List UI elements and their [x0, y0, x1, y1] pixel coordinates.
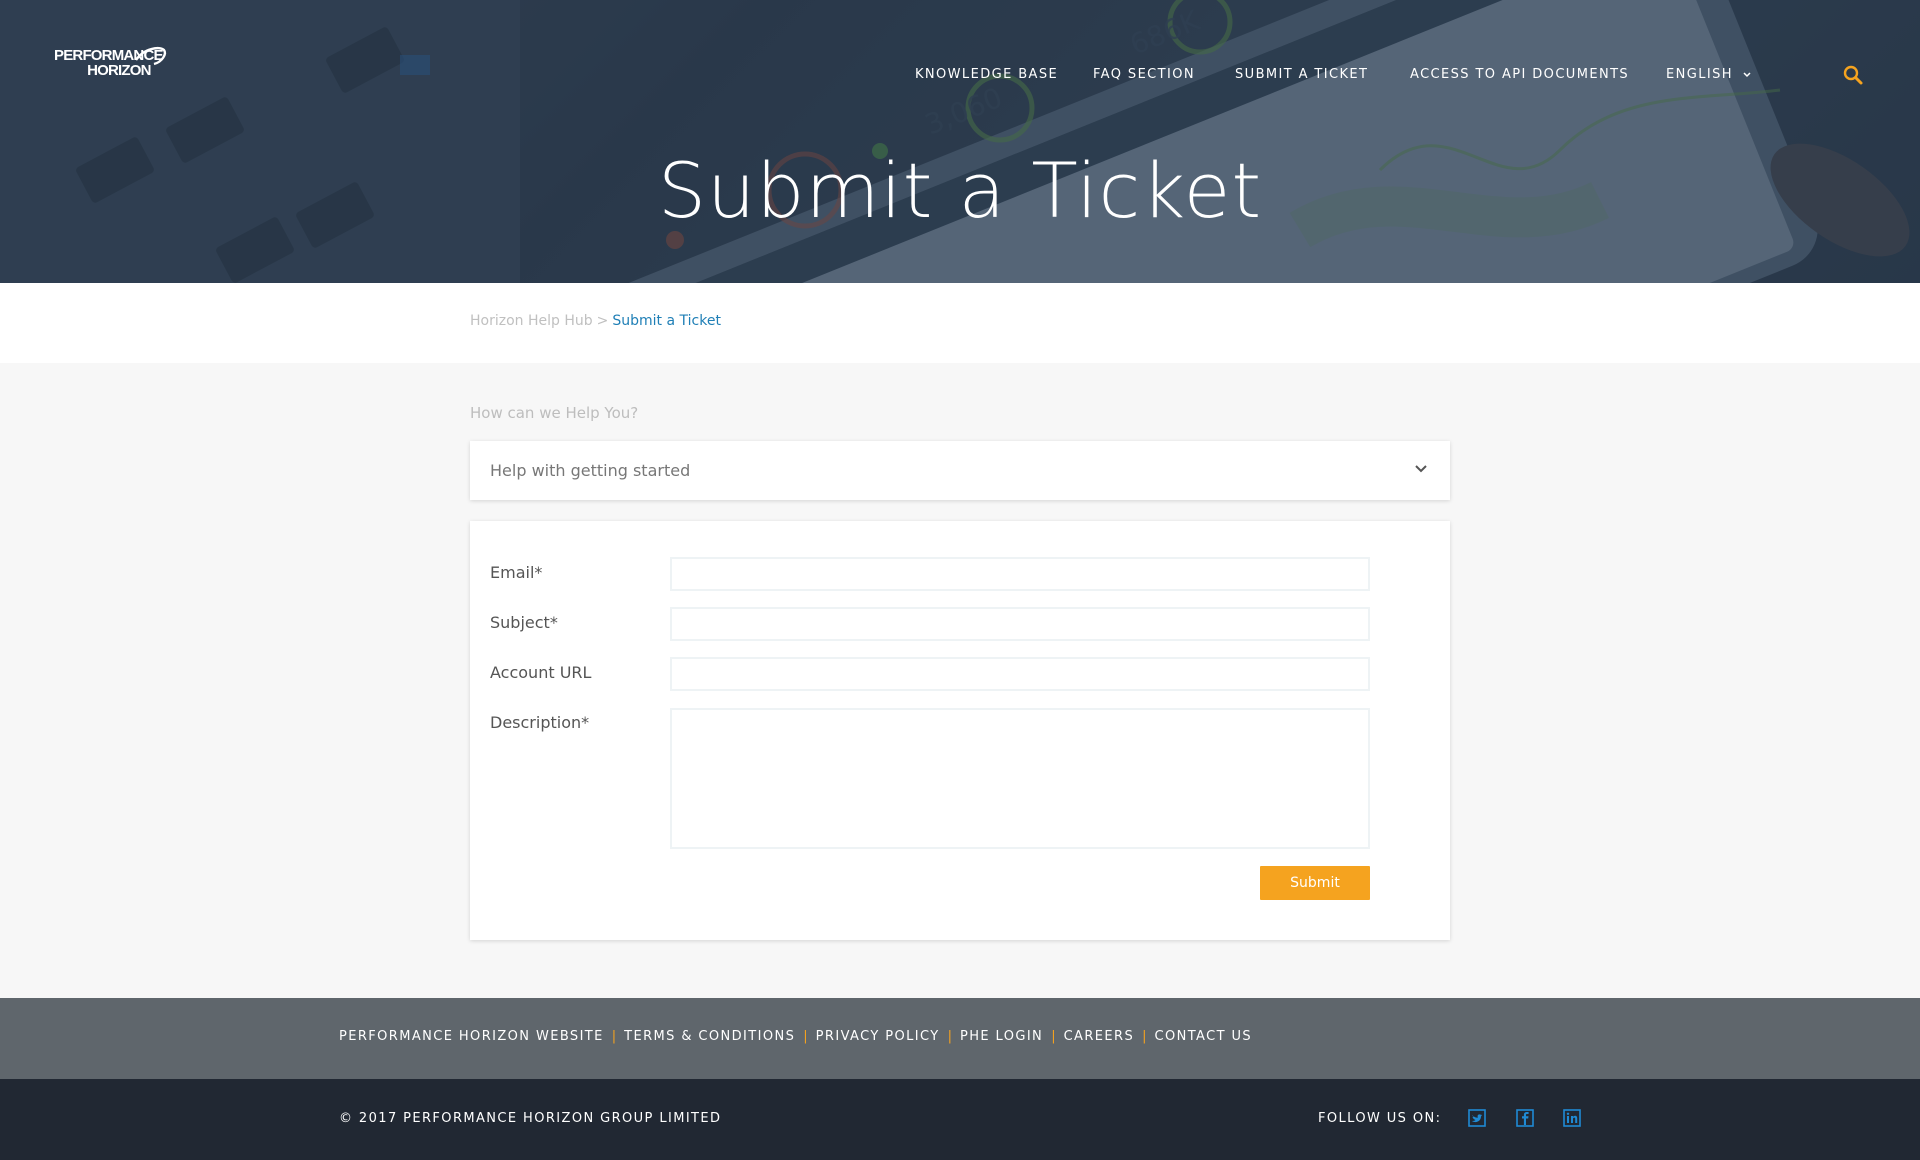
- footer-separator: |: [611, 1029, 617, 1044]
- nav-knowledge-base[interactable]: KNOWLEDGE BASE: [915, 67, 1058, 82]
- footer-link-terms[interactable]: TERMS & CONDITIONS: [624, 1029, 795, 1044]
- hero-overlay: [0, 0, 1920, 283]
- nav-submit-ticket[interactable]: SUBMIT A TICKET: [1235, 67, 1368, 82]
- language-label: ENGLISH: [1666, 67, 1733, 82]
- subject-field[interactable]: [670, 607, 1370, 641]
- footer-separator: |: [803, 1029, 808, 1044]
- account-url-label: Account URL: [490, 663, 592, 682]
- linkedin-icon[interactable]: [1563, 1109, 1581, 1127]
- nav-api-documents[interactable]: ACCESS TO API DOCUMENTS: [1410, 67, 1629, 82]
- twitter-icon[interactable]: [1468, 1109, 1486, 1127]
- breadcrumb: Horizon Help Hub > Submit a Ticket: [470, 313, 721, 329]
- search-icon[interactable]: [1842, 64, 1864, 86]
- nav-faq-section[interactable]: FAQ SECTION: [1093, 67, 1195, 82]
- footer-link-phe-login[interactable]: PHE LOGIN: [960, 1029, 1043, 1044]
- email-field[interactable]: [670, 557, 1370, 591]
- page-title: Submit a Ticket: [657, 146, 1263, 235]
- description-label: Description*: [490, 713, 590, 732]
- account-url-field[interactable]: [670, 657, 1370, 691]
- footer-link-contact[interactable]: CONTACT US: [1154, 1029, 1252, 1044]
- submit-button[interactable]: Submit: [1260, 866, 1370, 900]
- help-prompt-label: How can we Help You?: [470, 404, 639, 422]
- footer-links-bar: PERFORMANCE HORIZON WEBSITE | TERMS & COND…: [0, 998, 1920, 1079]
- language-selector[interactable]: ENGLISH: [1666, 67, 1751, 82]
- chevron-down-icon: [1743, 71, 1751, 77]
- chevron-down-icon: [1415, 465, 1427, 473]
- facebook-icon[interactable]: [1516, 1109, 1534, 1127]
- breadcrumb-home-link[interactable]: Horizon Help Hub: [470, 313, 593, 329]
- hero-header: 3,060 686K PERFORMANCE HORIZON KNOWLEDGE…: [0, 0, 1920, 283]
- footer-separator: |: [1142, 1029, 1147, 1044]
- footer-link-website[interactable]: PERFORMANCE HORIZON WEBSITE: [339, 1029, 604, 1044]
- subject-label: Subject*: [490, 613, 558, 632]
- main-nav: KNOWLEDGE BASE FAQ SECTION SUBMIT A TICK…: [0, 67, 1920, 83]
- footer-link-careers[interactable]: CAREERS: [1064, 1029, 1135, 1044]
- footer-bottom: © 2017 PERFORMANCE HORIZON GROUP LIMITED…: [0, 1079, 1920, 1160]
- breadcrumb-current: Submit a Ticket: [612, 313, 721, 329]
- email-label: Email*: [490, 563, 543, 582]
- breadcrumb-separator: >: [596, 313, 609, 329]
- topic-select-value: Help with getting started: [490, 461, 691, 480]
- breadcrumb-bar: Horizon Help Hub > Submit a Ticket: [0, 283, 1920, 363]
- description-field[interactable]: [670, 708, 1370, 849]
- footer-separator: |: [947, 1029, 952, 1044]
- topic-select[interactable]: Help with getting started: [470, 441, 1450, 500]
- follow-us-label: FOLLOW US ON:: [1318, 1111, 1442, 1126]
- footer-link-privacy[interactable]: PRIVACY POLICY: [816, 1029, 940, 1044]
- copyright-text: © 2017 PERFORMANCE HORIZON GROUP LIMITED: [339, 1111, 722, 1126]
- ticket-form: Email* Subject* Account URL Description*…: [470, 521, 1450, 940]
- footer-separator: |: [1051, 1029, 1056, 1044]
- footer-links: PERFORMANCE HORIZON WEBSITE | TERMS & COND…: [339, 1029, 1252, 1044]
